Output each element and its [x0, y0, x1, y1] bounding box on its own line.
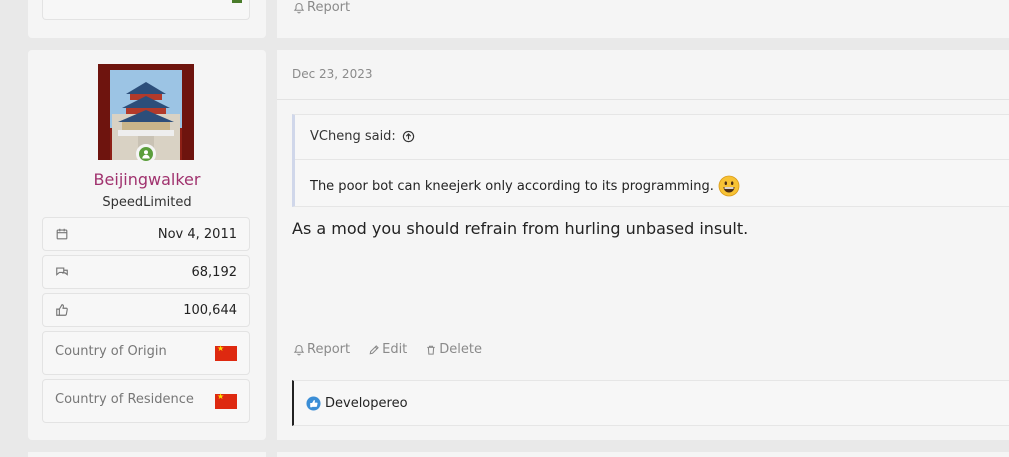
- online-status-indicator: [136, 144, 156, 164]
- edit-label: Edit: [382, 342, 408, 357]
- username-link[interactable]: Beijingwalker: [28, 170, 266, 189]
- pencil-icon: [369, 344, 379, 354]
- user-title: SpeedLimited: [102, 195, 192, 210]
- calendar-icon: [56, 228, 68, 240]
- reaction-user-link[interactable]: Developereo: [325, 396, 408, 411]
- reaction-score-stat: 100,644: [42, 293, 250, 327]
- next-post-body: [277, 452, 1009, 457]
- country-of-residence-row: Country of Residence: [42, 379, 250, 423]
- joined-stat: Nov 4, 2011: [42, 217, 250, 251]
- trash-icon: [427, 345, 436, 355]
- bell-icon: [293, 2, 305, 13]
- quote-header: VCheng said:: [310, 129, 415, 144]
- previous-country-row: [42, 0, 250, 20]
- messages-stat: 68,192: [42, 255, 250, 289]
- like-reaction-icon: [306, 395, 321, 411]
- arrow-up-circle-icon: [402, 130, 415, 143]
- quote-body: The poor bot can kneejerk only according…: [310, 175, 740, 197]
- post-message: As a mod you should refrain from hurling…: [292, 219, 749, 238]
- divider: [295, 159, 1009, 160]
- reactions-bar: Developereo: [292, 380, 1009, 426]
- post-date[interactable]: Dec 23, 2023: [292, 67, 372, 81]
- previous-report-label: Report: [307, 0, 351, 15]
- bell-icon: [293, 344, 305, 355]
- user-icon: [142, 150, 150, 159]
- grinning-emoji-icon: [718, 175, 740, 197]
- previous-flag-fragment: [232, 0, 242, 3]
- report-button[interactable]: Report: [293, 342, 350, 357]
- edit-button[interactable]: Edit: [368, 342, 407, 357]
- next-post-user-card: [28, 452, 266, 457]
- jump-to-quote-button[interactable]: [402, 130, 415, 143]
- country-of-origin-row: Country of Origin: [42, 331, 250, 375]
- quote-text: The poor bot can kneejerk only according…: [310, 178, 714, 194]
- report-label: Report: [307, 342, 351, 357]
- china-flag-icon: [215, 344, 237, 361]
- country-of-residence-label: Country of Residence: [55, 392, 194, 407]
- previous-report-button[interactable]: Report: [293, 0, 350, 15]
- quote-block: VCheng said: The poor bot can kneejerk o…: [292, 114, 1009, 207]
- delete-button[interactable]: Delete: [425, 342, 482, 357]
- quote-author: VCheng said:: [310, 129, 396, 144]
- thumbs-up-icon: [56, 304, 68, 316]
- delete-label: Delete: [439, 342, 483, 357]
- previous-post-body: Report: [277, 0, 1009, 38]
- reaction-score: 100,644: [183, 302, 237, 318]
- china-flag-icon: [215, 392, 237, 409]
- joined-date: Nov 4, 2011: [157, 226, 237, 242]
- messages-icon: [56, 267, 68, 276]
- divider: [277, 99, 1009, 100]
- country-of-origin-label: Country of Origin: [55, 344, 167, 359]
- post-actions: Report Edit Delete: [293, 342, 482, 357]
- messages-count: 68,192: [191, 264, 238, 280]
- post-content: Dec 23, 2023 VCheng said: The poor bot c…: [277, 50, 1009, 440]
- previous-post-user-card: [28, 0, 266, 38]
- user-card: Beijingwalker SpeedLimited Nov 4, 2011 6…: [28, 50, 266, 440]
